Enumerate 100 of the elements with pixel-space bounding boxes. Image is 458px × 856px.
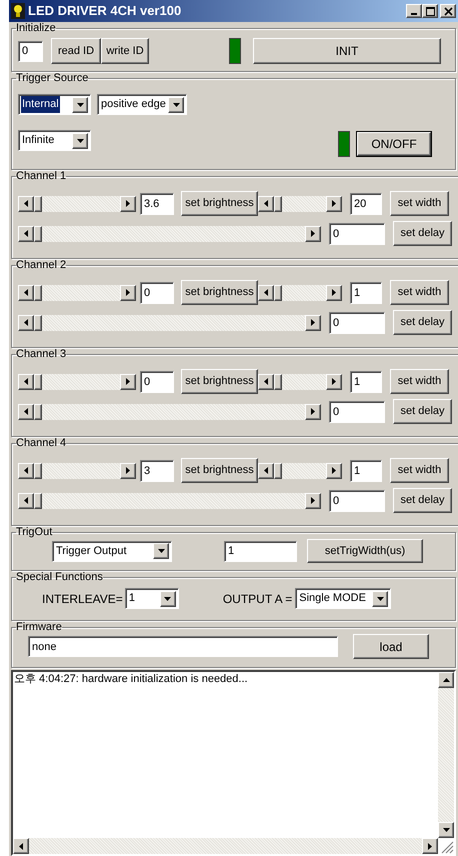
dropdown[interactable]: Trigger Output: [52, 540, 172, 562]
slider-thumb[interactable]: [34, 374, 42, 390]
group-title: Firmware: [16, 621, 62, 633]
arrow-icon: [126, 378, 130, 385]
delay-field[interactable]: 0: [329, 312, 385, 334]
id-field[interactable]: 0: [18, 40, 43, 62]
set-brightness-button[interactable]: set brightness: [181, 191, 258, 216]
slider-thumb[interactable]: [34, 196, 42, 212]
slider-thumb[interactable]: [34, 462, 42, 478]
delay-field[interactable]: 0: [329, 400, 385, 422]
interleave-label: INTERLEAVE=: [42, 590, 123, 608]
brightness-field[interactable]: 3.6: [140, 192, 174, 214]
dropdown[interactable]: Infinite: [18, 130, 91, 151]
width-field[interactable]: 1: [350, 370, 382, 392]
arrow-icon: [24, 319, 28, 326]
dropdown-value: Internal: [21, 96, 60, 113]
set-width-button[interactable]: set width: [390, 280, 449, 305]
arrow-icon: [264, 200, 268, 207]
delay-field[interactable]: 0: [329, 490, 385, 512]
arrow-icon: [126, 289, 130, 296]
trigger-width-field[interactable]: 1: [224, 540, 297, 562]
minimize-icon: [411, 13, 417, 15]
slider-thumb[interactable]: [274, 462, 282, 478]
log-line: 오후 4:04:27: hardware initialization is needed...: [14, 672, 249, 686]
set-delay-button[interactable]: set delay: [393, 310, 452, 335]
set-delay-button[interactable]: set delay: [393, 488, 452, 513]
group-title: Initialize: [16, 22, 56, 34]
set-brightness-button[interactable]: set brightness: [181, 280, 258, 305]
on-off-button[interactable]: ON/OFF: [357, 132, 431, 156]
write-id-button[interactable]: write ID: [101, 38, 149, 64]
init-button[interactable]: INIT: [253, 38, 441, 64]
arrow-icon: [264, 467, 268, 474]
arrow-icon: [332, 467, 336, 474]
brightness-field[interactable]: 0: [140, 282, 174, 304]
arrow-icon: [332, 289, 336, 296]
caret-icon: [76, 102, 84, 106]
arrow-icon: [332, 378, 336, 385]
dropdown[interactable]: Single MODE: [295, 588, 392, 609]
width-field[interactable]: 1: [350, 282, 382, 304]
slider-thumb[interactable]: [34, 226, 42, 242]
arrow-icon: [311, 497, 315, 504]
width-field[interactable]: 1: [350, 460, 382, 482]
arrow-icon: [311, 319, 315, 326]
arrow-icon: [442, 678, 450, 682]
minimize-button[interactable]: [406, 4, 422, 18]
dropdown-value: Infinite: [21, 133, 56, 148]
arrow-icon: [24, 200, 28, 207]
caret-icon: [172, 102, 180, 106]
arrow-icon: [19, 842, 23, 850]
set-width-button[interactable]: set width: [390, 458, 449, 483]
dropdown-value: Single MODE: [298, 591, 367, 606]
slider-thumb[interactable]: [274, 196, 282, 212]
arrow-icon: [126, 200, 130, 207]
delay-field[interactable]: 0: [329, 222, 385, 244]
set-width-button[interactable]: set width: [390, 191, 449, 216]
dropdown[interactable]: Internal: [18, 94, 91, 115]
set-width-button[interactable]: set width: [390, 369, 449, 394]
read-id-button[interactable]: read ID: [51, 38, 101, 64]
set-delay-button[interactable]: set delay: [393, 399, 452, 424]
arrow-icon: [264, 289, 268, 296]
dropdown-value: positive edge: [100, 97, 167, 112]
arrow-icon: [24, 289, 28, 296]
dropdown[interactable]: 1: [124, 588, 179, 609]
window-title: LED DRIVER 4CH ver100: [28, 2, 182, 20]
dropdown-value: Trigger Output: [55, 544, 128, 559]
arrow-icon: [442, 828, 450, 832]
brightness-field[interactable]: 3: [140, 460, 174, 482]
set-brightness-button[interactable]: set brightness: [181, 369, 258, 394]
slider-thumb[interactable]: [274, 284, 282, 300]
slider-thumb[interactable]: [34, 314, 42, 330]
close-button[interactable]: [440, 4, 456, 18]
set-brightness-button[interactable]: set brightness: [181, 458, 258, 483]
brightness-field[interactable]: 0: [140, 370, 174, 392]
slider-thumb[interactable]: [34, 492, 42, 508]
arrow-icon: [24, 408, 28, 415]
slider-thumb[interactable]: [274, 374, 282, 390]
slider-thumb[interactable]: [34, 404, 42, 420]
dropdown[interactable]: positive edge: [97, 94, 187, 115]
group-title: Channel 3: [16, 348, 66, 360]
firmware-path-field[interactable]: none: [28, 636, 338, 657]
group-title: Channel 4: [16, 437, 66, 449]
caret-icon: [164, 596, 172, 600]
close-icon: [444, 6, 452, 16]
arrow-icon: [24, 467, 28, 474]
arrow-icon: [311, 408, 315, 415]
width-field[interactable]: 20: [350, 192, 382, 214]
group-title: Channel 2: [16, 259, 66, 271]
group-title: Channel 1: [16, 170, 66, 182]
load-button[interactable]: load: [353, 634, 429, 659]
slider-thumb[interactable]: [34, 284, 42, 300]
arrow-icon: [311, 230, 315, 237]
arrow-icon: [332, 200, 336, 207]
caret-icon: [158, 549, 164, 553]
group-title: TrigOut: [16, 526, 52, 538]
caret-icon: [76, 138, 84, 142]
group-title: Trigger Source: [16, 72, 88, 84]
set-trig-width-button[interactable]: setTrigWidth(us): [307, 539, 423, 563]
maximize-icon: [426, 6, 434, 16]
maximize-button[interactable]: [422, 4, 438, 18]
set-delay-button[interactable]: set delay: [393, 221, 452, 246]
